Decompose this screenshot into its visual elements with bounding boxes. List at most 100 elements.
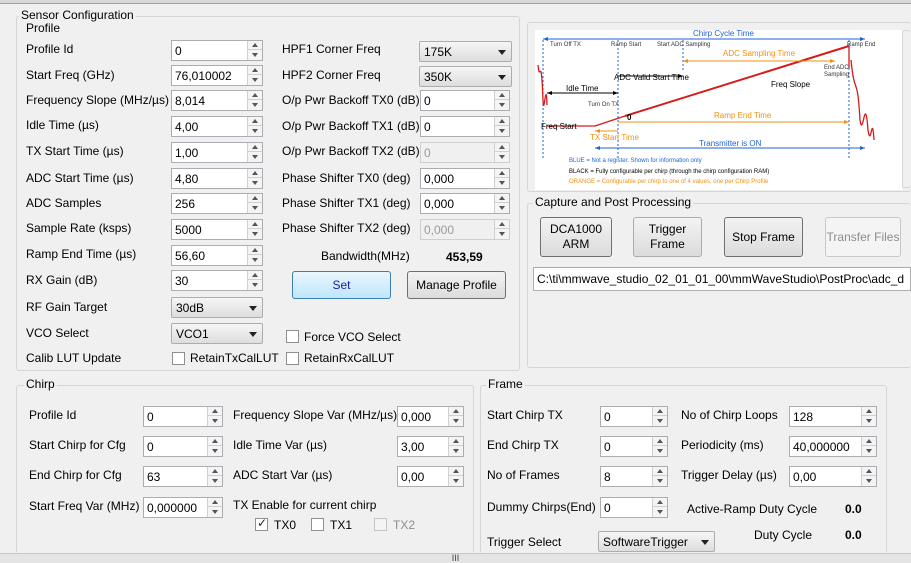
spin-down-icon[interactable] — [653, 416, 667, 425]
spin-down-icon[interactable] — [495, 178, 509, 187]
spin-down-icon[interactable] — [208, 476, 222, 485]
rf-gain-target-select[interactable]: 30dB — [171, 297, 263, 318]
spin-up-icon[interactable] — [208, 498, 222, 507]
adc-samples-input[interactable]: 256 — [171, 193, 263, 214]
spin-down-icon[interactable] — [248, 229, 262, 238]
start-freq-var-input[interactable]: 0,000000 — [143, 497, 223, 518]
vco-select[interactable]: VCO1 — [171, 323, 263, 344]
end-chirp-tx-input[interactable]: 0 — [600, 436, 668, 457]
periodicity-input[interactable]: 40,000000 — [789, 436, 877, 457]
no-chirp-loops-input[interactable]: 128 — [789, 406, 877, 427]
spin-down-icon[interactable] — [449, 416, 463, 425]
spin-down-icon[interactable] — [248, 100, 262, 109]
spin-down-icon[interactable] — [495, 100, 509, 109]
phase-tx0-input[interactable]: 0,000 — [420, 168, 510, 189]
spin-up-icon[interactable] — [248, 66, 262, 75]
spin-down-icon[interactable] — [248, 280, 262, 289]
stop-frame-button[interactable]: Stop Frame — [724, 217, 803, 257]
profile-id-input[interactable]: 0 — [171, 40, 263, 61]
start-chirp-tx-input[interactable]: 0 — [600, 406, 668, 427]
chirp-profile-id-input[interactable]: 0 — [143, 406, 223, 427]
freq-slope-input[interactable]: 8,014 — [171, 90, 263, 111]
spin-up-icon[interactable] — [248, 91, 262, 100]
spin-up-icon[interactable] — [495, 117, 509, 126]
resize-grip[interactable]: III — [0, 553, 911, 563]
spin-down-icon[interactable] — [208, 416, 222, 425]
hpf1-select[interactable]: 175K — [419, 41, 512, 62]
rx-gain-input[interactable]: 30 — [171, 270, 263, 291]
trigger-delay-input[interactable]: 0,00 — [789, 466, 877, 487]
spin-up-icon[interactable] — [248, 271, 262, 280]
spin-up-icon[interactable] — [248, 246, 262, 255]
spin-up-icon[interactable] — [208, 467, 222, 476]
spin-down-icon[interactable] — [248, 126, 262, 135]
spin-up-icon[interactable] — [248, 169, 262, 178]
idle-time-var-input[interactable]: 3,00 — [397, 436, 464, 457]
spin-up-icon[interactable] — [248, 194, 262, 203]
retain-rx-cal-lut-checkbox[interactable] — [286, 352, 299, 365]
adc-start-time-input[interactable]: 4,80 — [171, 168, 263, 189]
spin-up-icon[interactable] — [248, 117, 262, 126]
hpf2-select[interactable]: 350K — [419, 66, 512, 87]
spin-up-icon[interactable] — [248, 41, 262, 50]
spin-down-icon[interactable] — [495, 203, 509, 212]
spin-down-icon[interactable] — [248, 50, 262, 59]
spin-down-icon[interactable] — [248, 203, 262, 212]
force-vco-select-checkbox[interactable] — [286, 330, 299, 343]
pwr-tx0-input[interactable]: 0 — [420, 90, 510, 111]
spin-up-icon[interactable] — [862, 437, 876, 446]
trigger-select[interactable]: SoftwareTrigger — [598, 531, 715, 552]
tx1-checkbox[interactable] — [311, 518, 324, 531]
spin-down-icon[interactable] — [653, 476, 667, 485]
spin-up-icon[interactable] — [449, 467, 463, 476]
no-of-frames-input[interactable]: 8 — [600, 466, 668, 487]
spin-down-icon[interactable] — [495, 126, 509, 135]
spin-up-icon[interactable] — [449, 407, 463, 416]
spin-down-icon[interactable] — [248, 152, 262, 161]
retain-tx-cal-lut-checkbox[interactable] — [172, 352, 185, 365]
spin-up-icon[interactable] — [653, 437, 667, 446]
dummy-chirps-input[interactable]: 0 — [600, 497, 668, 518]
set-profile-button[interactable]: Set — [292, 271, 391, 299]
spin-down-icon[interactable] — [862, 476, 876, 485]
spin-down-icon[interactable] — [862, 446, 876, 455]
spin-up-icon[interactable] — [248, 220, 262, 229]
pwr-tx1-input[interactable]: 0 — [420, 116, 510, 137]
tx1-label[interactable]: TX1 — [330, 517, 352, 533]
phase-tx1-input[interactable]: 0,000 — [420, 193, 510, 214]
start-freq-input[interactable]: 76,010002 — [171, 65, 263, 86]
spin-up-icon[interactable] — [449, 437, 463, 446]
spin-up-icon[interactable] — [862, 467, 876, 476]
retain-rx-cal-lut-label[interactable]: RetainRxCalLUT — [304, 350, 394, 366]
end-chirp-cfg-input[interactable]: 63 — [143, 466, 223, 487]
spin-up-icon[interactable] — [653, 498, 667, 507]
spin-down-icon[interactable] — [248, 75, 262, 84]
spin-up-icon[interactable] — [208, 437, 222, 446]
dca1000-arm-button[interactable]: DCA1000 ARM — [540, 217, 612, 257]
spin-up-icon[interactable] — [653, 407, 667, 416]
spin-up-icon[interactable] — [248, 143, 262, 152]
spin-down-icon[interactable] — [208, 446, 222, 455]
spin-down-icon[interactable] — [449, 446, 463, 455]
ramp-end-time-input[interactable]: 56,60 — [171, 245, 263, 266]
spin-down-icon[interactable] — [862, 416, 876, 425]
freq-slope-var-input[interactable]: 0,000 — [397, 406, 464, 427]
spin-down-icon[interactable] — [653, 446, 667, 455]
idle-time-input[interactable]: 4,00 — [171, 116, 263, 137]
adc-start-var-input[interactable]: 0,00 — [397, 466, 464, 487]
spin-down-icon[interactable] — [248, 178, 262, 187]
spin-down-icon[interactable] — [653, 507, 667, 516]
retain-tx-cal-lut-label[interactable]: RetainTxCalLUT — [190, 350, 279, 366]
capture-path-input[interactable]: C:\ti\mmwave_studio_02_01_01_00\mmWaveSt… — [533, 267, 911, 291]
trigger-frame-button[interactable]: Trigger Frame — [633, 217, 702, 257]
spin-up-icon[interactable] — [495, 91, 509, 100]
spin-up-icon[interactable] — [862, 407, 876, 416]
sample-rate-input[interactable]: 5000 — [171, 219, 263, 240]
spin-down-icon[interactable] — [248, 255, 262, 264]
spin-down-icon[interactable] — [449, 476, 463, 485]
tx0-checkbox[interactable]: ✓ — [255, 516, 268, 531]
tx-start-time-input[interactable]: 1,00 — [171, 142, 263, 163]
manage-profile-button[interactable]: Manage Profile — [407, 271, 506, 299]
spin-up-icon[interactable] — [208, 407, 222, 416]
force-vco-select-label[interactable]: Force VCO Select — [304, 329, 401, 345]
